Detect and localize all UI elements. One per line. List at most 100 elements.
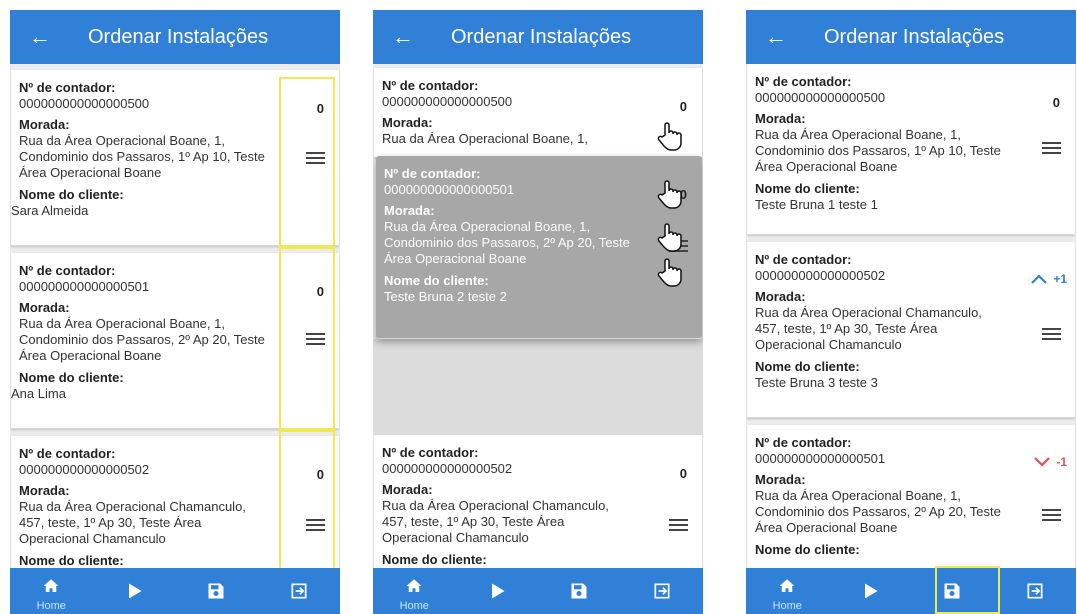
meter-number: 000000000000000502: [382, 461, 513, 476]
address-label: Morada:: [382, 482, 433, 497]
home-label: Home: [772, 600, 802, 612]
meter-label: Nº de contador:: [755, 435, 852, 450]
installation-list[interactable]: Nº de contador: 000000000000000500 Morad…: [10, 64, 340, 568]
home-tab[interactable]: Home: [746, 568, 829, 614]
client-label: Nome do cliente:: [755, 542, 860, 557]
address-value: Rua da Área Operacional Chamanculo, 457,…: [382, 498, 609, 545]
drag-handle-icon[interactable]: [1042, 142, 1061, 154]
hand-pointer-icon: [657, 258, 682, 287]
logout-button[interactable]: [258, 568, 341, 614]
play-button[interactable]: [829, 568, 912, 614]
phone-screen-3: ← Ordenar Instalações Nº de contador: 00…: [746, 10, 1076, 614]
drag-handle-icon[interactable]: [669, 519, 688, 531]
logout-button[interactable]: [994, 568, 1077, 614]
address-value: Rua da Área Operacional Chamanculo, 457,…: [755, 305, 982, 352]
page-title: Ordenar Instalações: [88, 25, 269, 48]
play-button[interactable]: [456, 568, 539, 614]
meter-label: Nº de contador:: [19, 263, 116, 278]
order-count: 0: [679, 99, 687, 114]
installation-list[interactable]: Nº de contador: 000000000000000500 Morad…: [746, 64, 1076, 568]
hand-pointer-icon: [657, 223, 682, 252]
address-value: Rua da Área Operacional Boane, 1, Condom…: [755, 488, 1001, 535]
address-label: Morada:: [19, 483, 70, 498]
client-label: Nome do cliente:: [19, 370, 124, 385]
highlight-box: [279, 77, 335, 247]
app-bar: ← Ordenar Instalações: [746, 10, 1076, 64]
bottom-nav: Home: [373, 568, 703, 614]
order-count: 0: [1052, 95, 1060, 110]
address-value: Rua da Área Operacional Boane, 1, Condom…: [19, 316, 265, 363]
client-name: Teste Bruna 1 teste 1: [755, 197, 878, 212]
logout-button[interactable]: [621, 568, 704, 614]
client-label: Nome do cliente:: [382, 552, 487, 567]
home-tab[interactable]: Home: [373, 568, 456, 614]
save-highlight-box: [935, 566, 1000, 614]
move-delta: -1: [1056, 455, 1067, 469]
play-icon: [128, 583, 142, 599]
meter-label: Nº de contador:: [755, 252, 852, 267]
bottom-nav: Home: [746, 568, 1076, 614]
arrow-left-icon[interactable]: ←: [373, 10, 433, 64]
play-button[interactable]: [93, 568, 176, 614]
save-button[interactable]: [175, 568, 258, 614]
address-label: Morada:: [19, 117, 70, 132]
home-label: Home: [399, 600, 429, 612]
home-icon: [406, 579, 422, 592]
meter-number: 000000000000000502: [19, 462, 150, 477]
logout-icon: [654, 583, 670, 599]
installation-card: Nº de contador: 000000000000000500 Morad…: [747, 64, 1075, 235]
client-label: Nome do cliente:: [19, 187, 124, 202]
meter-number: 000000000000000501: [384, 182, 515, 197]
meter-number: 000000000000000500: [755, 90, 886, 105]
app-bar: ← Ordenar Instalações: [10, 10, 340, 64]
highlight-box: [279, 430, 335, 568]
home-tab[interactable]: Home: [10, 568, 93, 614]
highlight-box: [279, 247, 335, 430]
meter-number: 000000000000000501: [755, 451, 886, 466]
bottom-nav: Home: [10, 568, 340, 614]
address-value: Rua da Área Operacional Boane, 1, Condom…: [19, 133, 265, 180]
client-label: Nome do cliente:: [755, 181, 860, 196]
arrow-left-icon[interactable]: ←: [746, 10, 806, 64]
phone-screen-2: ← Ordenar Instalações Nº de contador: 00…: [373, 10, 703, 614]
save-button[interactable]: [538, 568, 621, 614]
client-name: Teste Bruna 2 teste 2: [384, 289, 507, 304]
address-value: Rua da Área Operacional Boane, 1, Condom…: [384, 219, 630, 266]
drag-handle-icon[interactable]: [1042, 509, 1061, 521]
dragging-card[interactable]: Nº de contador: 000000000000000501 Morad…: [376, 156, 702, 339]
meter-label: Nº de contador:: [382, 445, 479, 460]
page-title: Ordenar Instalações: [451, 25, 632, 48]
address-label: Morada:: [19, 300, 70, 315]
address-label: Morada:: [755, 111, 806, 126]
app-bar: ← Ordenar Instalações: [373, 10, 703, 64]
client-label: Nome do cliente:: [384, 273, 489, 288]
arrow-left-icon[interactable]: ←: [10, 10, 70, 64]
meter-label: Nº de contador:: [382, 78, 479, 93]
home-icon: [43, 579, 59, 592]
moved-down-indicator: -1: [1034, 455, 1067, 469]
meter-label: Nº de contador:: [19, 80, 116, 95]
drag-handle-icon[interactable]: [1042, 328, 1061, 340]
move-delta: +1: [1053, 272, 1067, 286]
address-value: Rua da Área Operacional Chamanculo, 457,…: [19, 499, 246, 546]
installation-card: Nº de contador: 000000000000000500 Morad…: [374, 68, 702, 158]
meter-number: 000000000000000502: [755, 268, 886, 283]
client-name: Teste Bruna 3 teste 3: [755, 375, 878, 390]
address-label: Morada:: [384, 203, 435, 218]
hand-pointer-icon: [657, 122, 682, 151]
installation-list[interactable]: Nº de contador: 000000000000000500 Morad…: [373, 64, 703, 568]
address-label: Morada:: [755, 472, 806, 487]
address-value: Rua da Área Operacional Boane, 1,: [382, 131, 588, 146]
client-label: Nome do cliente:: [19, 553, 124, 568]
logout-icon: [291, 583, 307, 599]
address-label: Morada:: [755, 289, 806, 304]
phone-screen-1: ← Ordenar Instalações Nº de contador: 00…: [10, 10, 340, 614]
meter-label: Nº de contador:: [384, 166, 481, 181]
client-name: Ana Lima: [11, 386, 66, 401]
meter-label: Nº de contador:: [19, 446, 116, 461]
save-icon: [208, 583, 224, 599]
meter-number: 000000000000000500: [382, 94, 513, 109]
home-icon: [779, 579, 795, 592]
installation-card: Nº de contador: 000000000000000502 Morad…: [374, 435, 702, 568]
client-label: Nome do cliente:: [755, 359, 860, 374]
